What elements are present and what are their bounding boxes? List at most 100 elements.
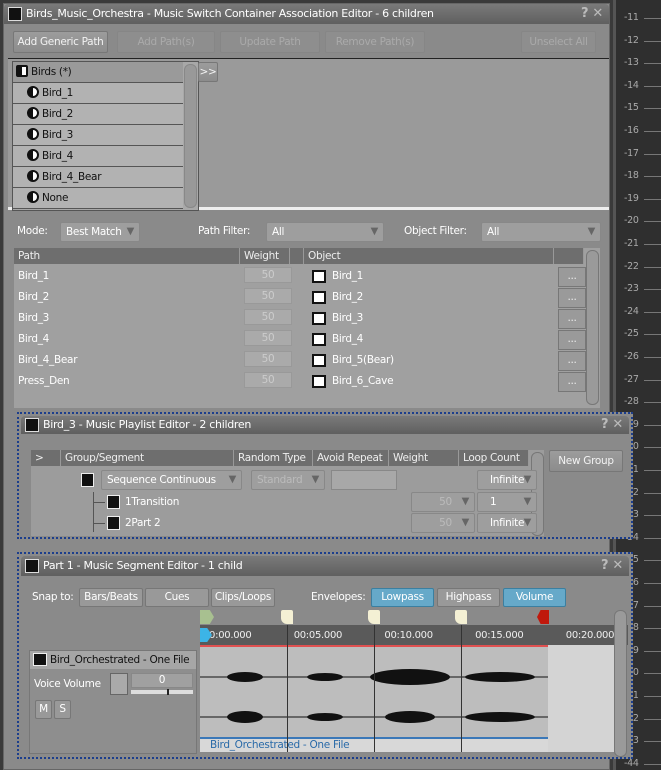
- col-avoid-repeat[interactable]: Avoid Repeat: [313, 450, 389, 466]
- playlist-segment-row[interactable]: 2Part 2 50Infinite: [93, 513, 537, 534]
- switch-group-item[interactable]: Birds (*): [13, 62, 183, 83]
- add-generic-path-button[interactable]: Add Generic Path: [13, 31, 108, 53]
- browse-object-button[interactable]: ...: [558, 309, 586, 329]
- path-filter-dropdown[interactable]: All: [266, 222, 384, 242]
- ruler-label: -26: [624, 351, 661, 362]
- title-bar: Bird_3 - Music Playlist Editor - 2 child…: [21, 416, 629, 434]
- ruler-label: -14: [624, 79, 661, 91]
- mode-dropdown[interactable]: Best Match: [60, 222, 140, 242]
- random-type-dropdown[interactable]: Standard: [251, 470, 325, 490]
- weight-field[interactable]: 50: [244, 288, 292, 304]
- switch-state-item[interactable]: Bird_4: [13, 146, 183, 167]
- ruler-label: -27: [624, 373, 661, 385]
- voice-volume-field[interactable]: 0: [131, 673, 193, 688]
- browse-object-button[interactable]: ...: [558, 267, 586, 287]
- voice-volume-slider[interactable]: [131, 689, 193, 695]
- weight-field[interactable]: 50: [244, 372, 292, 388]
- unselect-all-button[interactable]: Unselect All: [521, 31, 596, 53]
- solo-button[interactable]: S: [54, 700, 71, 719]
- weight-field[interactable]: 50: [244, 330, 292, 346]
- group-type-dropdown[interactable]: Sequence Continuous: [101, 470, 242, 490]
- loop-count-spinner[interactable]: Infinite: [477, 513, 537, 533]
- update-path-button[interactable]: Update Path: [220, 31, 320, 53]
- col-expand[interactable]: >: [31, 450, 61, 466]
- time-ruler[interactable]: 00:00.000 00:05.000 00:10.000 00:15.000 00:2…: [200, 625, 628, 645]
- weight-field[interactable]: 50: [244, 351, 292, 367]
- col-random-type[interactable]: Random Type: [234, 450, 313, 466]
- table-row[interactable]: Press_Den 50 Bird_6_Cave...: [18, 371, 588, 392]
- switch-state-icon: [27, 149, 39, 161]
- envelope-lowpass-button[interactable]: Lowpass: [371, 588, 434, 607]
- ruler-label: -20: [624, 215, 661, 227]
- envelope-highpass-button[interactable]: Highpass: [437, 588, 500, 607]
- switch-state-item[interactable]: Bird_3: [13, 125, 183, 146]
- cue-marker[interactable]: [368, 610, 380, 624]
- list-scrollbar[interactable]: [184, 64, 197, 208]
- browse-object-button[interactable]: ...: [558, 351, 586, 371]
- segment-icon: [25, 559, 39, 573]
- volume-link-icon[interactable]: [110, 673, 128, 695]
- snap-label: Snap to:: [32, 591, 74, 603]
- envelope-volume-button[interactable]: Volume: [503, 588, 566, 607]
- table-row[interactable]: Bird_2 50 Bird_2...: [18, 287, 588, 308]
- col-group-segment[interactable]: Group/Segment: [61, 450, 234, 466]
- object-cell[interactable]: Bird_2: [332, 287, 363, 308]
- weight-spinner[interactable]: 50: [411, 513, 475, 533]
- help-close-icons[interactable]: ? ✕: [601, 556, 623, 576]
- object-cell[interactable]: Bird_1: [332, 266, 363, 287]
- snap-bars-beats-button[interactable]: Bars/Beats: [79, 588, 143, 607]
- track-name-bar[interactable]: Bird_Orchestrated - One File: [30, 651, 196, 669]
- switch-state-item[interactable]: Bird_4_Bear: [13, 167, 183, 188]
- table-row[interactable]: Bird_1 50 Bird_1...: [18, 266, 588, 287]
- browse-object-button[interactable]: ...: [558, 372, 586, 392]
- mute-button[interactable]: M: [35, 700, 52, 719]
- weight-field[interactable]: 50: [244, 267, 292, 283]
- object-cell[interactable]: Bird_4: [332, 329, 363, 350]
- ruler-label: -21: [624, 238, 661, 249]
- table-row[interactable]: Bird_4 50 Bird_4...: [18, 329, 588, 350]
- weight-field[interactable]: 50: [244, 309, 292, 325]
- window-title: Bird_3 - Music Playlist Editor - 2 child…: [43, 418, 252, 431]
- item-label: Bird_2: [42, 108, 74, 120]
- switch-state-item[interactable]: Bird_2: [13, 104, 183, 125]
- object-cell[interactable]: Bird_3: [332, 308, 363, 329]
- remove-paths-button[interactable]: Remove Path(s): [325, 31, 425, 53]
- col-weight[interactable]: Weight: [389, 450, 459, 466]
- new-group-button[interactable]: New Group: [549, 450, 623, 472]
- weight-spinner[interactable]: 50: [411, 492, 475, 512]
- mode-label: Mode:: [17, 225, 48, 237]
- snap-cues-button[interactable]: Cues: [145, 588, 209, 607]
- ruler-label: -13: [624, 57, 661, 69]
- help-close-icons[interactable]: ? ✕: [581, 4, 603, 24]
- col-loop-count[interactable]: Loop Count: [459, 450, 529, 466]
- segment-editor: Part 1 - Music Segment Editor - 1 child …: [17, 552, 633, 759]
- table-row[interactable]: Bird_4_Bear 50 Bird_5(Bear)...: [18, 350, 588, 371]
- switch-state-item[interactable]: Bird_1: [13, 83, 183, 104]
- cue-marker[interactable]: [281, 610, 293, 624]
- segment-name: 2Part 2: [125, 517, 161, 529]
- entry-cue-marker[interactable]: [200, 610, 214, 624]
- exit-cue-marker[interactable]: [537, 610, 549, 624]
- object-filter-dropdown[interactable]: All: [481, 222, 601, 242]
- expand-button[interactable]: >>: [198, 62, 218, 82]
- ruler-label: -11: [624, 12, 661, 23]
- loop-count-spinner[interactable]: 1: [477, 492, 537, 512]
- playlist-segment-row[interactable]: 1Transition 501: [93, 492, 537, 513]
- table-row[interactable]: Bird_3 50 Bird_3...: [18, 308, 588, 329]
- snap-clips-loops-button[interactable]: Clips/Loops: [211, 588, 275, 607]
- browse-object-button[interactable]: ...: [558, 288, 586, 308]
- loop-count-spinner[interactable]: Infinite: [477, 470, 537, 490]
- switch-state-item[interactable]: None: [13, 188, 183, 209]
- col-weight[interactable]: Weight: [240, 248, 290, 264]
- object-cell[interactable]: Bird_6_Cave: [332, 371, 394, 392]
- help-close-icons[interactable]: ? ✕: [601, 416, 623, 434]
- col-object[interactable]: Object: [304, 248, 554, 264]
- avoid-repeat-field[interactable]: [331, 470, 397, 490]
- cue-marker[interactable]: [455, 610, 467, 624]
- col-path[interactable]: Path: [14, 248, 240, 264]
- cue-line: [287, 625, 288, 752]
- object-cell[interactable]: Bird_5(Bear): [332, 350, 394, 371]
- add-paths-button[interactable]: Add Path(s): [117, 31, 215, 53]
- timeline-scrollbar[interactable]: [614, 610, 627, 757]
- browse-object-button[interactable]: ...: [558, 330, 586, 350]
